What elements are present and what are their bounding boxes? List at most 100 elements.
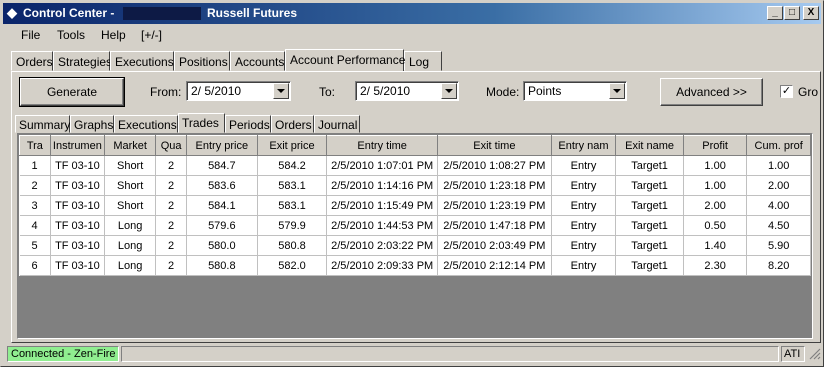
tab-log[interactable]: Log: [404, 51, 442, 71]
tab-accounts[interactable]: Accounts: [230, 51, 285, 71]
column-header-entry-name[interactable]: Entry nam: [550, 135, 617, 156]
cell-market: Short: [104, 155, 157, 176]
column-header-cum-profit[interactable]: Cum. prof: [746, 135, 811, 156]
ati-status: ATI: [781, 346, 805, 362]
trades-grid[interactable]: Tra Instrumen Market Qua Entry price Exi…: [17, 133, 813, 339]
cell-instrument: TF 03-10: [50, 215, 106, 236]
cell-market: Long: [104, 235, 157, 256]
column-header-instrument[interactable]: Instrumen: [49, 135, 106, 156]
group-checkbox[interactable]: ✓: [780, 85, 793, 98]
cell-trade: 4: [19, 215, 51, 236]
cell-cum-profit: 2.00: [746, 175, 811, 196]
cell-exit-price: 583.1: [257, 195, 328, 216]
table-row[interactable]: 2 TF 03-10 Short 2 583.6 583.1 2/5/2010 …: [19, 175, 811, 196]
tab-orders[interactable]: Orders: [11, 51, 53, 71]
from-label: From:: [150, 85, 182, 99]
cell-instrument: TF 03-10: [50, 175, 106, 196]
cell-exit-price: 579.9: [257, 215, 328, 236]
subtab-executions[interactable]: Executions: [114, 115, 178, 133]
to-label: To:: [319, 85, 336, 99]
table-row[interactable]: 1 TF 03-10 Short 2 584.7 584.2 2/5/2010 …: [19, 155, 811, 176]
chevron-down-icon[interactable]: [609, 83, 625, 99]
cell-quantity: 2: [155, 175, 187, 196]
cell-exit-time: 2/5/2010 2:03:49 PM: [437, 235, 552, 256]
close-button[interactable]: X: [803, 6, 819, 20]
column-header-market[interactable]: Market: [104, 135, 157, 156]
cell-cum-profit: 5.90: [746, 235, 811, 256]
menu-toggle[interactable]: [+/-]: [141, 28, 162, 42]
tab-account-performance[interactable]: Account Performance: [285, 49, 405, 71]
cell-entry-price: 583.6: [186, 175, 258, 196]
menu-tools[interactable]: Tools: [57, 28, 85, 42]
to-date-picker[interactable]: 2/ 5/2010: [355, 81, 459, 101]
tab-executions[interactable]: Executions: [110, 51, 174, 71]
trades-table: Tra Instrumen Market Qua Entry price Exi…: [19, 135, 811, 276]
cell-entry-name: Entry: [551, 175, 617, 196]
cell-cum-profit: 1.00: [746, 155, 811, 176]
subtab-orders[interactable]: Orders: [271, 115, 314, 133]
cell-instrument: TF 03-10: [50, 255, 106, 276]
subtab-summary[interactable]: Summary: [15, 115, 70, 133]
table-row[interactable]: 6 TF 03-10 Long 2 580.8 582.0 2/5/2010 2…: [19, 255, 811, 276]
group-checkbox-label: Gro: [798, 85, 819, 99]
subtab-graphs[interactable]: Graphs: [70, 115, 114, 133]
menu-file[interactable]: File: [21, 28, 40, 42]
cell-cum-profit: 4.50: [746, 215, 811, 236]
cell-exit-price: 584.2: [257, 155, 328, 176]
tab-strategies[interactable]: Strategies: [53, 51, 112, 71]
window-title: Control Center -: [23, 6, 115, 20]
chevron-down-icon[interactable]: [273, 83, 289, 99]
cell-exit-time: 2/5/2010 1:47:18 PM: [437, 215, 552, 236]
cell-quantity: 2: [155, 235, 187, 256]
cell-entry-time: 2/5/2010 2:09:33 PM: [326, 255, 438, 276]
table-row[interactable]: 5 TF 03-10 Long 2 580.0 580.8 2/5/2010 2…: [19, 235, 811, 256]
cell-profit: 2.00: [683, 195, 748, 216]
column-header-trade[interactable]: Tra: [19, 135, 51, 156]
column-header-exit-price[interactable]: Exit price: [256, 135, 328, 156]
cell-trade: 6: [19, 255, 51, 276]
subtab-periods[interactable]: Periods: [225, 115, 271, 133]
cell-exit-time: 2/5/2010 1:08:27 PM: [437, 155, 552, 176]
cell-entry-name: Entry: [551, 255, 617, 276]
column-header-entry-time[interactable]: Entry time: [326, 135, 438, 156]
chevron-down-icon[interactable]: [441, 83, 457, 99]
cell-entry-name: Entry: [551, 155, 617, 176]
table-row[interactable]: 4 TF 03-10 Long 2 579.6 579.9 2/5/2010 1…: [19, 215, 811, 236]
column-header-profit[interactable]: Profit: [682, 135, 748, 156]
subtab-journal[interactable]: Journal: [314, 115, 360, 133]
cell-profit: 1.40: [683, 235, 748, 256]
cell-exit-price: 580.8: [257, 235, 328, 256]
app-icon: ◆: [7, 5, 17, 20]
cell-instrument: TF 03-10: [50, 195, 106, 216]
minimize-button[interactable]: _: [767, 6, 783, 20]
cell-exit-name: Target1: [615, 215, 684, 236]
resize-grip-icon[interactable]: [809, 348, 821, 360]
title-bar[interactable]: ◆ Control Center - Russell Futures _ □ X: [3, 3, 821, 24]
cell-quantity: 2: [155, 155, 187, 176]
cell-entry-time: 2/5/2010 1:15:49 PM: [326, 195, 438, 216]
cell-exit-name: Target1: [615, 195, 684, 216]
cell-instrument: TF 03-10: [50, 155, 106, 176]
cell-profit: 2.30: [683, 255, 748, 276]
maximize-button[interactable]: □: [784, 6, 800, 20]
cell-trade: 3: [19, 195, 51, 216]
menu-help[interactable]: Help: [101, 28, 126, 42]
subtab-trades[interactable]: Trades: [178, 113, 225, 133]
mode-value: Points: [528, 84, 562, 98]
cell-exit-price: 582.0: [257, 255, 328, 276]
tab-positions[interactable]: Positions: [174, 51, 230, 71]
column-header-quantity[interactable]: Qua: [155, 135, 187, 156]
column-header-entry-price[interactable]: Entry price: [185, 135, 258, 156]
status-panel: [121, 346, 779, 362]
advanced-button[interactable]: Advanced >>: [660, 78, 763, 106]
column-header-exit-time[interactable]: Exit time: [437, 135, 552, 156]
cell-entry-price: 584.7: [186, 155, 258, 176]
table-row[interactable]: 3 TF 03-10 Short 2 584.1 583.1 2/5/2010 …: [19, 195, 811, 216]
column-header-exit-name[interactable]: Exit name: [615, 135, 684, 156]
generate-button[interactable]: Generate: [19, 77, 125, 107]
cell-entry-name: Entry: [551, 235, 617, 256]
cell-quantity: 2: [155, 195, 187, 216]
mode-select[interactable]: Points: [523, 81, 627, 101]
cell-entry-time: 2/5/2010 1:14:16 PM: [326, 175, 438, 196]
from-date-picker[interactable]: 2/ 5/2010: [186, 81, 291, 101]
